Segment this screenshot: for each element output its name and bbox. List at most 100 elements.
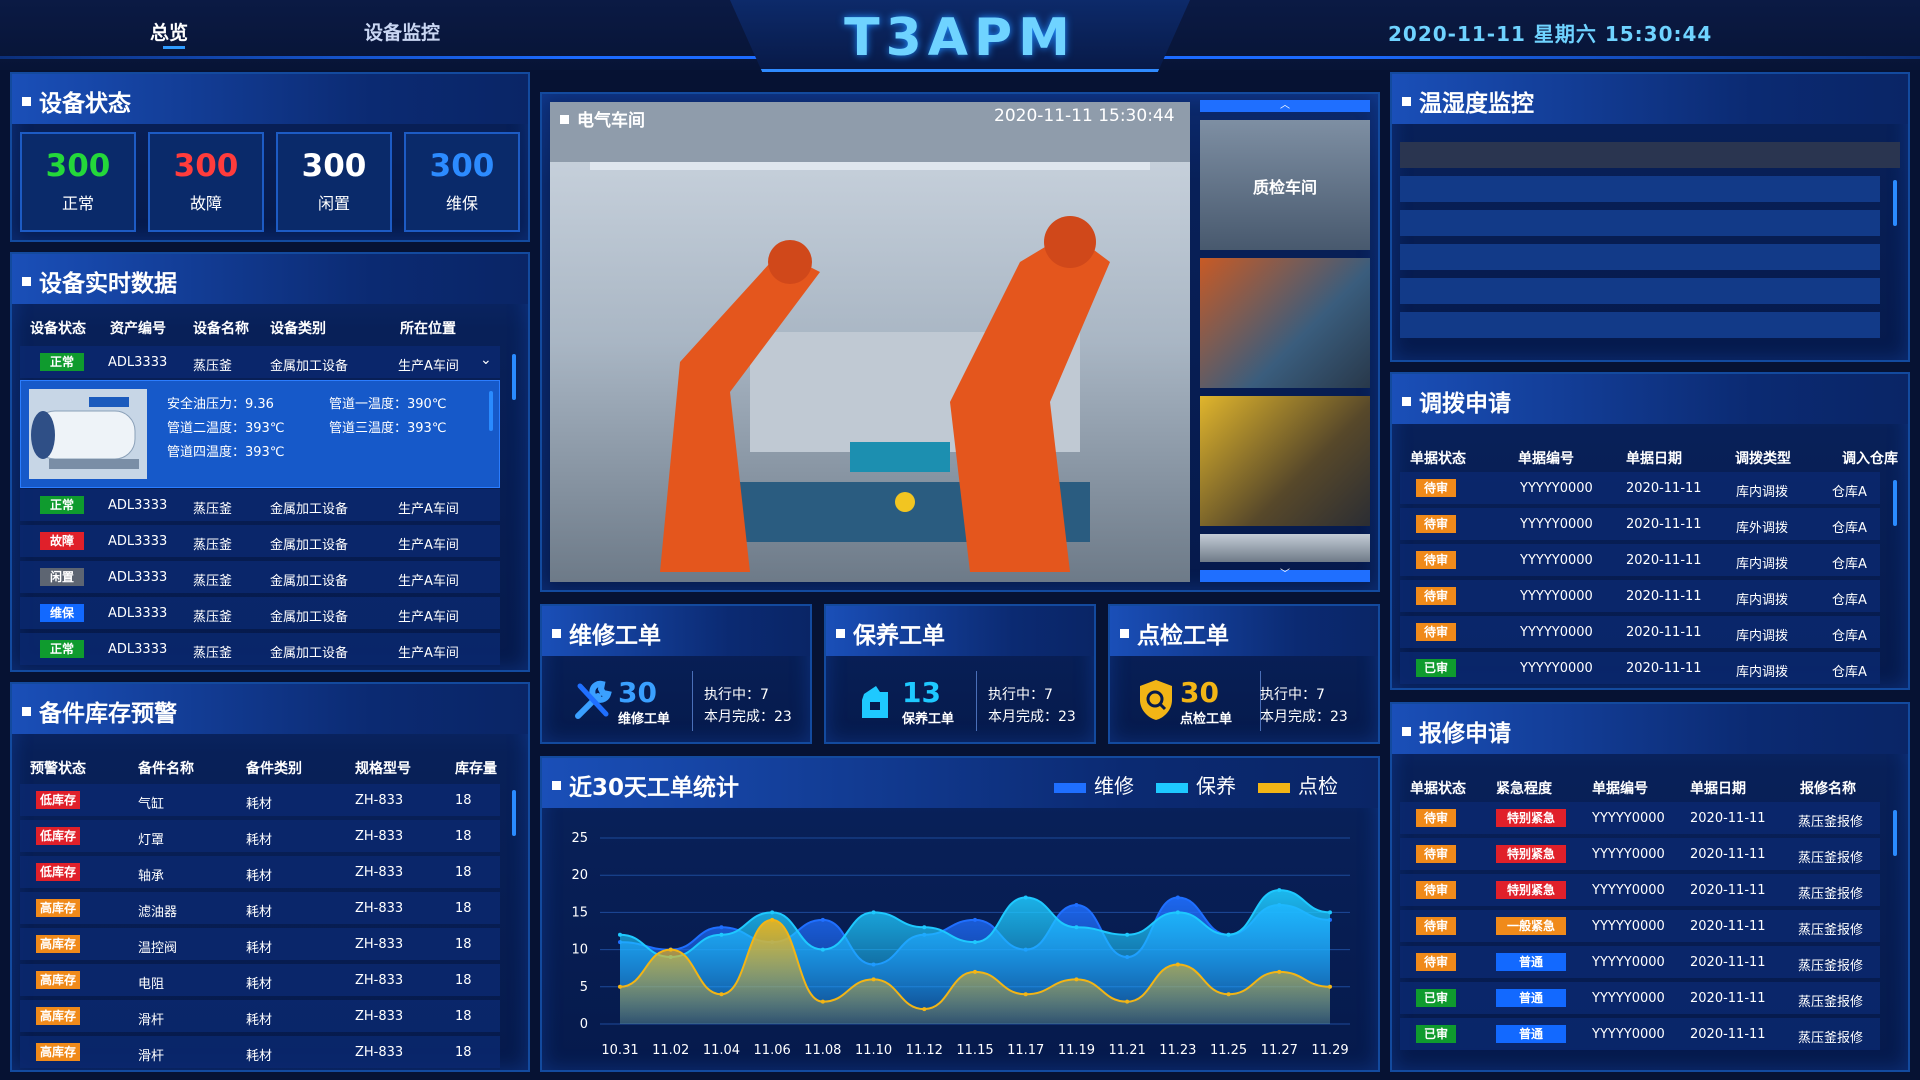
status-card-normal[interactable]: 300 正常 [20,132,136,232]
repair-order-card[interactable]: 维修工单 30 维修工单 执行中：7 本月完成：23 [540,604,812,744]
table-scrollbar[interactable] [1893,810,1897,856]
order-running: 执行中：7 [1260,687,1325,703]
inspection-order-card[interactable]: 点检工单 30 点检工单 执行中：7 本月完成：23 [1108,604,1380,744]
table-row[interactable]: 故障 ADL3333 蒸压釜 金属加工设备 生产A车间 [20,525,500,557]
table-row[interactable]: 闲置 ADL3333 蒸压釜 金属加工设备 生产A车间 [20,561,500,593]
detail-scrollbar[interactable] [489,391,493,431]
data-point[interactable] [618,984,622,989]
data-point[interactable] [770,917,775,922]
table-row[interactable]: 待审 一般紧急 YYYYY0000 2020-11-11 蒸压釜报修 [1400,910,1880,942]
legend-item[interactable]: 保养 [1156,770,1236,799]
data-point[interactable] [719,925,724,930]
table-row[interactable]: 待审 普通 YYYYY0000 2020-11-11 蒸压釜报修 [1400,946,1880,978]
data-point[interactable] [820,999,825,1004]
data-point[interactable] [820,947,825,952]
data-point[interactable] [1277,969,1282,974]
chevron-down-icon[interactable]: ﹀ [1200,570,1370,582]
maintenance-order-card[interactable]: 保养工单 13 保养工单 执行中：7 本月完成：23 [824,604,1096,744]
data-point[interactable] [1074,977,1079,982]
data-point[interactable] [1277,888,1282,893]
nav-tab-overview[interactable]: 总览 [150,18,188,45]
table-row[interactable]: 待审 YYYYY0000 2020-11-11 库外调拨 仓库A [1400,508,1880,540]
data-point[interactable] [668,947,673,952]
table-row[interactable]: 待审 YYYYY0000 2020-11-11 库内调拨 仓库A [1400,472,1880,504]
status-card-fault[interactable]: 300 故障 [148,132,264,232]
data-point[interactable] [973,940,977,945]
table-row[interactable]: 高库存 温控阀 耗材 ZH-833 18 [20,928,500,960]
camera-thumb[interactable] [1200,258,1370,388]
data-point[interactable] [1226,992,1231,997]
data-point[interactable] [1023,992,1028,997]
sensor-row[interactable] [1400,278,1880,304]
chevron-down-icon[interactable]: ⌄ [480,352,492,368]
table-scrollbar[interactable] [1893,180,1897,226]
data-point[interactable] [1328,910,1332,915]
data-point[interactable] [1125,999,1130,1004]
table-row[interactable]: 已审 YYYYY0000 2020-11-11 库内调拨 仓库A [1400,652,1880,684]
table-row[interactable]: 已审 普通 YYYYY0000 2020-11-11 蒸压釜报修 [1400,1018,1880,1050]
table-row[interactable]: 高库存 滑杆 耗材 ZH-833 18 [20,1000,500,1032]
data-point[interactable] [922,1007,927,1012]
data-point[interactable] [719,992,724,997]
order-stats-chart[interactable]: 25 20 15 10 5 0 10.31 11.02 11.04 11.06 11.08 11.10… [550,818,1370,1066]
data-point[interactable] [1074,925,1079,930]
table-row[interactable]: 正常 ADL3333 蒸压釜 金属加工设备 生产A车间 ⌄ [20,346,500,378]
data-point[interactable] [1328,984,1332,989]
table-row[interactable]: 正常 ADL3333 蒸压釜 金属加工设备 生产A车间 [20,489,500,521]
sensor-row[interactable] [1400,244,1880,270]
data-point[interactable] [871,977,876,982]
legend-item[interactable]: 维修 [1054,770,1134,799]
table-scrollbar[interactable] [1893,480,1897,526]
sensor-row[interactable] [1400,210,1880,236]
nav-tab-device-monitor[interactable]: 设备监控 [364,18,440,45]
status-card-maintenance[interactable]: 300 维保 [404,132,520,232]
table-row[interactable]: 高库存 滑杆 耗材 ZH-833 18 [20,1036,500,1068]
camera-thumb[interactable] [1200,534,1370,562]
table-row[interactable]: 正常 ADL3333 蒸压釜 金属加工设备 生产A车间 [20,633,500,665]
table-row[interactable]: 高库存 电阻 耗材 ZH-833 18 [20,964,500,996]
data-point[interactable] [1023,895,1028,900]
part-category: 耗材 [246,1013,273,1028]
data-point[interactable] [871,910,876,915]
table-scrollbar[interactable] [512,790,516,836]
legend-swatch [1054,782,1086,793]
data-point[interactable] [618,932,622,937]
sensor-row[interactable] [1400,312,1880,338]
data-point[interactable] [770,910,775,915]
table-row[interactable]: 维保 ADL3333 蒸压釜 金属加工设备 生产A车间 [20,597,500,629]
col-header: 单据状态 [1410,781,1466,797]
camera-thumb-quality[interactable]: 质检车间 [1200,120,1370,250]
data-point[interactable] [1074,902,1079,907]
data-point[interactable] [719,932,724,937]
data-point[interactable] [1175,962,1180,967]
table-row[interactable]: 高库存 滤油器 耗材 ZH-833 18 [20,892,500,924]
table-row[interactable]: 待审 特别紧急 YYYYY0000 2020-11-11 蒸压釜报修 [1400,874,1880,906]
table-row[interactable]: 已审 普通 YYYYY0000 2020-11-11 蒸压釜报修 [1400,982,1880,1014]
legend-item[interactable]: 点检 [1258,770,1338,799]
data-point[interactable] [1175,910,1180,915]
data-point[interactable] [973,917,977,922]
table-scrollbar[interactable] [512,354,516,400]
target-warehouse: 仓库A [1832,485,1867,500]
data-point[interactable] [973,969,977,974]
data-point[interactable] [1125,932,1130,937]
table-row[interactable]: 低库存 灯罩 耗材 ZH-833 18 [20,820,500,852]
table-row[interactable]: 待审 YYYYY0000 2020-11-11 库内调拨 仓库A [1400,544,1880,576]
table-row[interactable]: 待审 YYYYY0000 2020-11-11 库内调拨 仓库A [1400,616,1880,648]
table-row[interactable]: 低库存 轴承 耗材 ZH-833 18 [20,856,500,888]
table-row[interactable]: 待审 特别紧急 YYYYY0000 2020-11-11 蒸压釜报修 [1400,838,1880,870]
camera-thumb[interactable] [1200,396,1370,526]
data-point[interactable] [1175,895,1180,900]
part-category: 耗材 [246,797,273,812]
chevron-up-icon[interactable]: ︿ [1200,100,1370,112]
video-feed[interactable] [550,102,1190,582]
table-row[interactable]: 低库存 气缸 耗材 ZH-833 18 [20,784,500,816]
status-card-idle[interactable]: 300 闲置 [276,132,392,232]
data-point[interactable] [820,917,825,922]
table-row[interactable]: 待审 特别紧急 YYYYY0000 2020-11-11 蒸压釜报修 [1400,802,1880,834]
table-row[interactable]: 待审 YYYYY0000 2020-11-11 库内调拨 仓库A [1400,580,1880,612]
sensor-row[interactable] [1400,176,1880,202]
data-point[interactable] [922,925,927,930]
data-point[interactable] [1226,932,1231,937]
part-qty: 18 [455,1045,472,1060]
